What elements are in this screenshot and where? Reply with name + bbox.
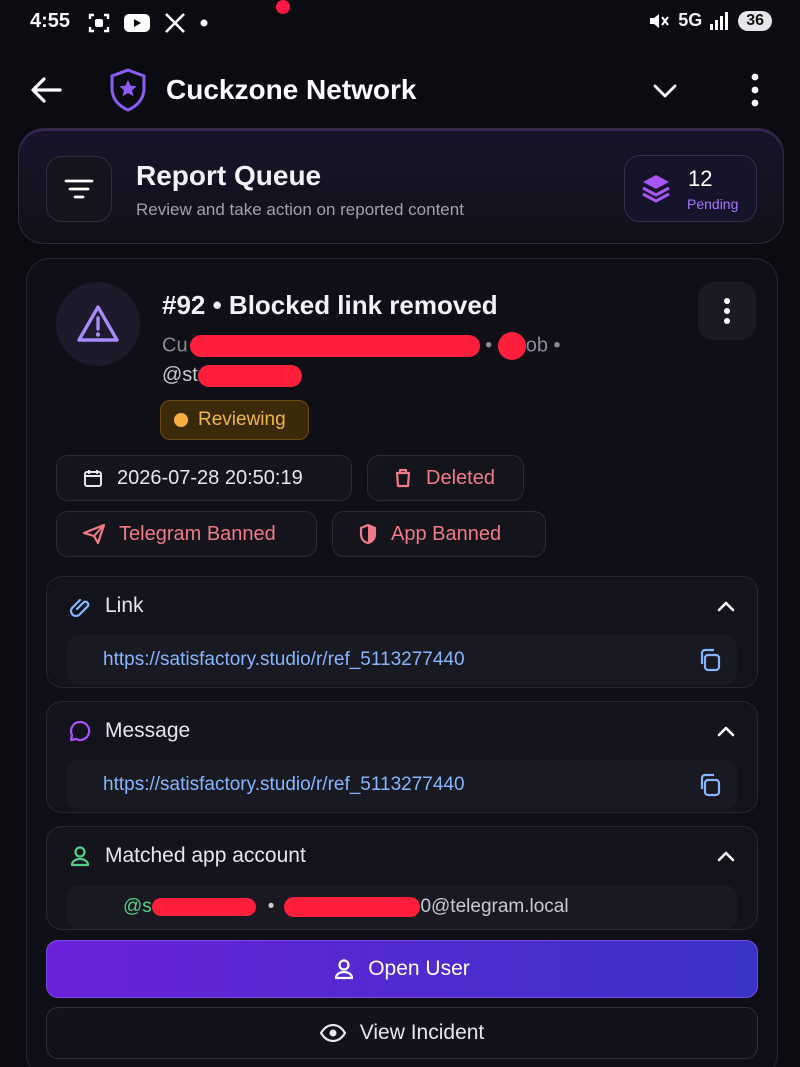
message-section-header[interactable]: Message [47, 702, 757, 760]
chat-bubble-icon [69, 720, 91, 742]
youtube-icon [124, 14, 150, 32]
telegram-banned-chip: Telegram Banned [56, 511, 317, 557]
copy-icon[interactable] [697, 647, 723, 673]
app-banned-chip: App Banned [332, 511, 546, 557]
deleted-chip: Deleted [367, 455, 524, 501]
page-title: Report Queue [136, 160, 322, 191]
shield-star-icon [110, 68, 146, 112]
redaction-mark [284, 897, 421, 917]
handle-prefix: @st [162, 364, 198, 386]
layers-icon [642, 175, 670, 203]
matched-section-label: Matched app account [105, 844, 306, 867]
page-subtitle: Review and take action on reported conte… [136, 200, 464, 219]
chevron-up-icon [717, 726, 735, 737]
link-value-box: https://satisfactory.studio/r/ref_511327… [67, 635, 737, 685]
redaction-mark [189, 335, 480, 357]
reporter-prefix: Cu [162, 334, 188, 357]
warning-badge [56, 282, 140, 366]
view-incident-button[interactable]: View Incident [46, 1007, 758, 1059]
filter-icon [64, 179, 94, 199]
message-value-box: https://satisfactory.studio/r/ref_511327… [67, 760, 737, 810]
matched-separator: • [267, 896, 275, 917]
filter-button[interactable] [46, 156, 112, 222]
pending-label: Pending [687, 196, 739, 212]
redaction-mark [497, 332, 526, 360]
reporter-suffix: ob • [525, 334, 561, 357]
warning-icon [77, 305, 119, 342]
mute-icon [650, 13, 669, 28]
status-time: 4:55 [30, 10, 71, 32]
status-dot [174, 413, 188, 427]
send-icon [83, 524, 105, 544]
network-type: 5G [678, 10, 703, 30]
status-icons-right: 5G 36 [648, 10, 772, 31]
view-incident-label: View Incident [359, 1021, 485, 1044]
matched-section-header[interactable]: Matched app account [47, 827, 757, 885]
open-user-button[interactable]: Open User [46, 940, 758, 998]
recording-indicator [276, 0, 290, 14]
scan-icon [88, 13, 110, 33]
dot-icon [200, 19, 208, 27]
telegram-banned-label: Telegram Banned [119, 522, 276, 545]
copy-icon[interactable] [697, 772, 723, 798]
report-title: #92 • Blocked link removed [162, 290, 498, 320]
report-date: 2026-07-28 20:50:19 [117, 466, 303, 489]
eye-icon [319, 1024, 346, 1042]
matched-value-box: @s • 0@telegram.local [67, 885, 737, 929]
message-value[interactable]: https://satisfactory.studio/r/ref_511327… [103, 774, 465, 796]
message-section-label: Message [105, 719, 191, 742]
reporter-line: Cu • ob • [162, 332, 561, 360]
pending-count: 12 [688, 166, 713, 191]
shield-icon [359, 524, 377, 544]
back-arrow-icon[interactable] [28, 72, 64, 108]
message-section: Message https://satisfactory.studio/r/re… [46, 701, 758, 813]
open-user-label: Open User [368, 957, 470, 980]
more-vertical-icon[interactable] [744, 72, 766, 108]
link-value[interactable]: https://satisfactory.studio/r/ref_511327… [103, 649, 465, 671]
x-icon [165, 13, 185, 33]
redaction-mark [197, 364, 302, 387]
signal-icon [710, 11, 729, 30]
chevron-up-icon [717, 601, 735, 612]
user-icon [335, 959, 354, 980]
reporter-handle: @st [162, 364, 302, 387]
chevron-down-icon[interactable] [650, 78, 680, 104]
deleted-label: Deleted [426, 466, 495, 489]
calendar-icon [84, 470, 102, 487]
app-title: Cuckzone Network [166, 74, 417, 105]
app-banned-label: App Banned [391, 522, 502, 545]
date-chip: 2026-07-28 20:50:19 [56, 455, 352, 501]
more-vertical-icon [724, 298, 730, 324]
link-section: Link https://satisfactory.studio/r/ref_5… [46, 576, 758, 688]
matched-account-section: Matched app account @s • 0@telegram.loca… [46, 826, 758, 930]
status-icons-left [88, 12, 208, 34]
link-section-label: Link [105, 594, 144, 617]
redaction-mark [151, 898, 256, 916]
user-icon [70, 846, 90, 867]
paperclip-icon [69, 598, 90, 617]
chevron-up-icon [717, 851, 735, 862]
battery-level: 36 [738, 10, 772, 31]
matched-email-suffix: 0@telegram.local [420, 896, 569, 917]
link-section-header[interactable]: Link [47, 577, 757, 635]
status-label: Reviewing [198, 409, 286, 430]
report-more-button[interactable] [698, 282, 756, 340]
status-badge: Reviewing [160, 400, 309, 440]
matched-handle: @s [123, 896, 152, 917]
trash-icon [395, 468, 411, 488]
